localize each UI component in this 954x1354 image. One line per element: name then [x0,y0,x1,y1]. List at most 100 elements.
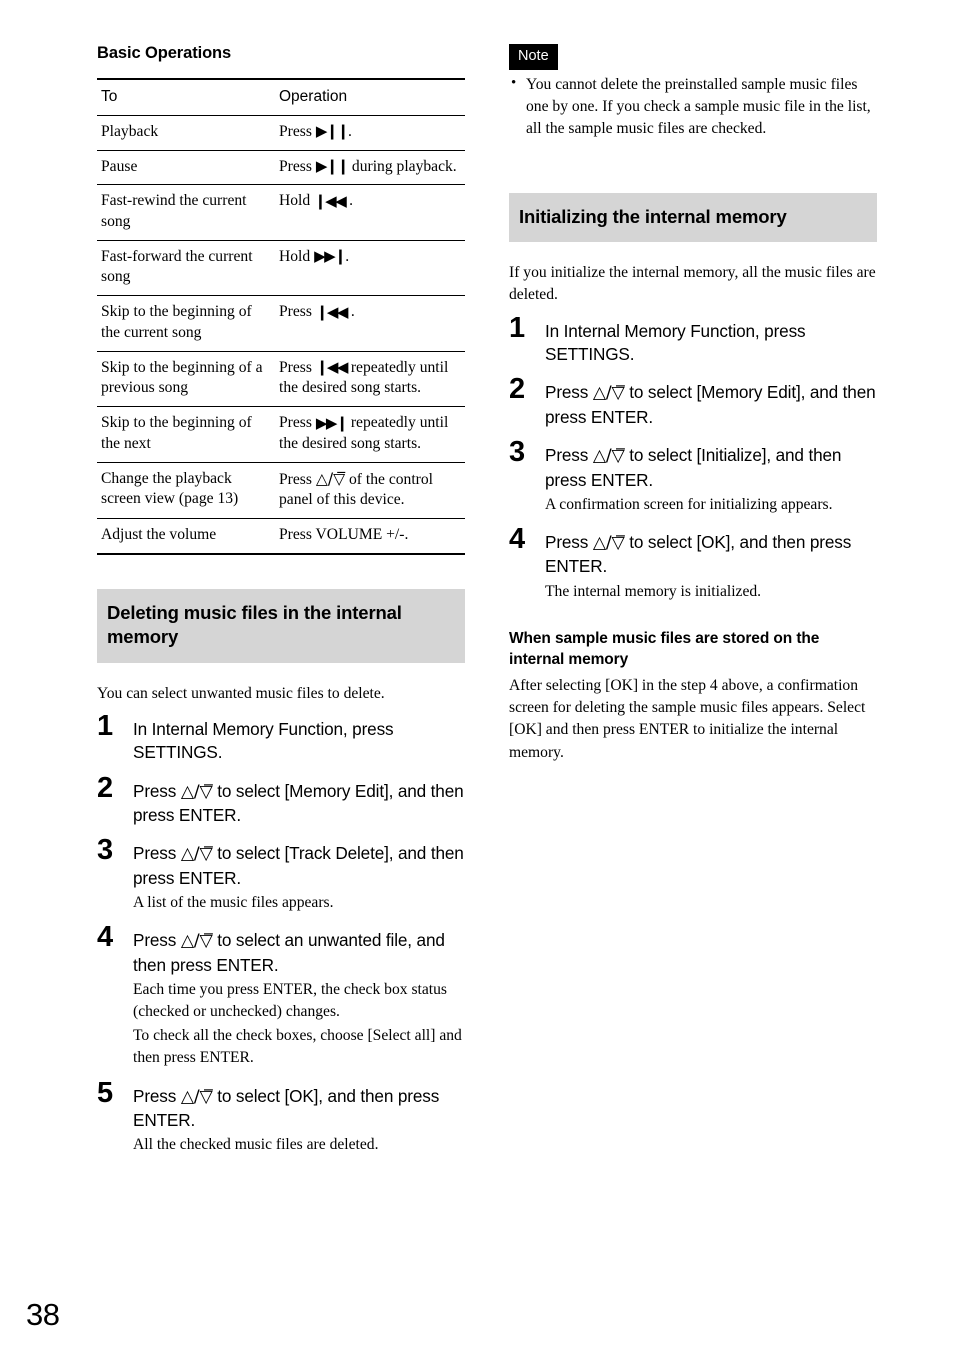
initializing-memory-heading: Initializing the internal memory [509,192,877,243]
numbered-step: 1 In Internal Memory Function, press SETT… [509,313,877,367]
table-row: Skip to the beginning of the next Press ▶… [97,406,465,463]
table-header-row: To Operation [97,77,465,116]
manual-page: Basic Operations To Operation Playback Pr… [0,0,954,1354]
up-down-triangle-icon: △/▽̅ [180,1086,213,1107]
up-down-triangle-icon: △/▽̅ [315,469,346,488]
cell-to: Playback [97,115,275,151]
left-column: Basic Operations To Operation Playback Pr… [97,44,465,1157]
forward-icon: ▶▶❙ [314,247,347,266]
table-row: Skip to the beginning of the current son… [97,295,465,352]
initializing-steps-list: 1 In Internal Memory Function, press SETT… [509,313,877,603]
sample-music-subheading: When sample music files are stored on th… [509,629,820,668]
note-badge: Note [509,44,558,70]
cell-operation: Press ▶▶❙ repeatedly until the desired s… [275,406,465,463]
up-down-triangle-icon: △/▽̅ [592,533,625,554]
step-detail: Each time you press ENTER, the check box… [133,981,447,1021]
cell-to: Adjust the volume [97,518,275,555]
cell-to: Skip to the beginning of the current son… [97,295,275,352]
column-header-to: To [97,77,275,116]
step-number: 4 [509,523,526,556]
up-down-triangle-icon: △/▽̅ [180,781,213,802]
step-instruction: In Internal Memory Function, press SETTI… [133,718,394,763]
play-pause-icon: ▶❙❙ [315,122,350,141]
step-detail: To check all the check boxes, choose [Se… [133,1027,462,1067]
cell-operation: Hold ▶▶❙. [275,240,465,297]
forward-icon: ▶▶❙ [315,413,349,432]
rewind-icon: ❙◀◀ [315,302,349,321]
step-number: 1 [97,709,114,742]
numbered-step: 5 Press △/▽̅ to select [OK], and then pre… [97,1078,465,1157]
note-item-list: • You cannot delete the preinstalled samp… [509,74,877,141]
step-detail: All the checked music files are deleted. [133,1136,379,1154]
cell-to: Fast-rewind the current song [97,184,275,241]
table-body: Playback Press ▶❙❙. Pause Press ▶❙❙ during … [97,115,465,555]
step-number: 1 [509,311,526,344]
bullet-icon: • [511,74,517,91]
step-instruction: Press △/▽̅ to select [OK], and then pres… [133,1085,440,1130]
numbered-step: 4 Press △/▽̅ to select [OK], and then pre… [509,525,877,603]
rewind-icon: ❙◀◀ [315,358,349,377]
cell-to: Skip to the beginning of a previous song [97,351,275,408]
up-down-triangle-icon: △/▽̅ [592,383,625,404]
step-instruction: Press △/▽̅ to select [Memory Edit], and … [545,382,876,427]
table-row: Fast-rewind the current song Hold ❙◀◀ . [97,184,465,241]
table-head: To Operation [97,77,465,116]
note-block: Note • You cannot delete the preinstalled… [509,44,877,141]
right-column: Note • You cannot delete the preinstalled… [509,44,877,764]
step-instruction: Press △/▽̅ to select an unwanted file, a… [133,930,445,975]
note-item: • You cannot delete the preinstalled samp… [509,74,877,141]
numbered-step: 1 In Internal Memory Function, press SETT… [97,711,465,765]
table-row: Fast-forward the current song Hold ▶▶❙. [97,240,465,297]
play-pause-icon: ▶❙❙ [315,157,350,176]
cell-to: Skip to the beginning of the next [97,406,275,463]
numbered-step: 3 Press △/▽̅ to select [Initialize], and … [509,438,877,516]
step-number: 3 [97,834,114,867]
step-number: 3 [509,436,526,469]
table-row: Pause Press ▶❙❙ during playback. [97,150,465,186]
basic-operations-heading: Basic Operations [97,44,232,62]
cell-to: Fast-forward the current song [97,240,275,297]
step-number: 2 [509,373,526,406]
table-row: Skip to the beginning of a previous song… [97,351,465,408]
numbered-step: 4 Press △/▽̅ to select an unwanted file, … [97,923,465,1069]
cell-to: Change the playback screen view (page 13… [97,462,275,520]
cell-operation: Press ▶❙❙. [275,115,465,151]
step-instruction: Press △/▽̅ to select [Memory Edit], and … [133,780,464,825]
rewind-icon: ❙◀◀ [314,191,347,210]
cell-operation: Press △/▽̅ of the control panel of this … [275,462,465,520]
deleting-music-files-heading: Deleting music files in the internal mem… [97,588,465,663]
cell-operation: Press ▶❙❙ during playback. [275,150,465,186]
initializing-intro-text: If you initialize the internal memory, a… [509,264,876,304]
step-number: 4 [97,921,114,954]
step-detail: The internal memory is initialized. [545,582,762,600]
step-detail: A list of the music files appears. [133,894,334,912]
step-instruction: Press △/▽̅ to select [Initialize], and t… [545,445,842,490]
step-number: 2 [97,771,114,804]
table-row: Playback Press ▶❙❙. [97,115,465,151]
step-instruction: Press △/▽̅ to select [OK], and then pres… [545,532,852,577]
step-detail: A confirmation screen for initializing a… [545,495,833,513]
cell-operation: Press VOLUME +/-. [275,518,465,555]
deleting-intro-text: You can select unwanted music files to d… [97,684,385,702]
up-down-triangle-icon: △/▽̅ [180,931,213,952]
step-instruction: In Internal Memory Function, press SETTI… [545,320,806,364]
up-down-triangle-icon: △/▽̅ [180,844,213,865]
cell-to: Pause [97,150,275,186]
numbered-step: 2 Press △/▽̅ to select [Memory Edit], and… [97,773,465,828]
deleting-steps-list: 1 In Internal Memory Function, press SETT… [97,711,465,1157]
page-number: 38 [26,1297,60,1332]
column-header-operation: Operation [275,77,465,116]
note-item-text: You cannot delete the preinstalled sampl… [526,75,871,138]
cell-operation: Hold ❙◀◀ . [275,184,465,241]
step-instruction: Press △/▽̅ to select [Track Delete], and… [133,843,464,888]
basic-operations-table: To Operation Playback Press ▶❙❙. Pause Pres… [97,77,465,555]
cell-operation: Press ❙◀◀ . [275,295,465,352]
step-number: 5 [97,1076,114,1109]
table-row: Change the playback screen view (page 13… [97,462,465,520]
up-down-triangle-icon: △/▽̅ [592,446,625,467]
numbered-step: 3 Press △/▽̅ to select [Track Delete], an… [97,836,465,914]
numbered-step: 2 Press △/▽̅ to select [Memory Edit], and… [509,375,877,429]
table-row: Adjust the volume Press VOLUME +/-. [97,518,465,555]
sample-music-body-text: After selecting [OK] in the step 4 above… [509,677,866,761]
cell-operation: Press ❙◀◀ repeatedly until the desired s… [275,351,465,408]
